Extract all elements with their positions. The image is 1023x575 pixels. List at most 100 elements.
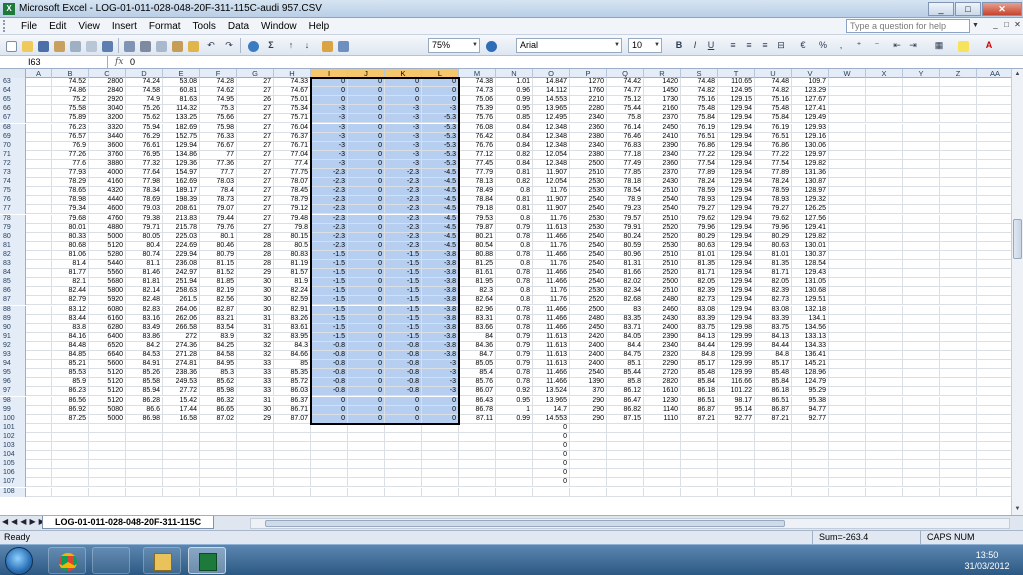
cell[interactable]: 80.63: [681, 241, 718, 250]
cell[interactable]: 2540: [644, 196, 681, 205]
row-header[interactable]: 89: [0, 314, 26, 324]
cell[interactable]: [977, 133, 1011, 141]
cell[interactable]: -3: [385, 105, 422, 114]
cell[interactable]: 84.05: [607, 332, 644, 341]
cell[interactable]: 11.76: [533, 260, 570, 268]
cell[interactable]: 0: [348, 305, 385, 314]
cell[interactable]: [26, 314, 52, 323]
cell[interactable]: 129.94: [718, 214, 755, 223]
cell[interactable]: [977, 342, 1011, 350]
cell[interactable]: 75.06: [459, 96, 496, 105]
cell[interactable]: 129.94: [718, 205, 755, 214]
cell[interactable]: 79.44: [200, 214, 237, 223]
cell[interactable]: [89, 460, 126, 469]
cell[interactable]: 81.66: [607, 269, 644, 278]
cell[interactable]: 85.17: [755, 360, 792, 369]
cell[interactable]: 0: [385, 396, 422, 405]
cell[interactable]: [977, 333, 1011, 341]
cell[interactable]: [644, 478, 681, 487]
cell[interactable]: 78.29: [52, 178, 89, 187]
cell[interactable]: [903, 78, 940, 86]
cell[interactable]: 0: [348, 323, 385, 332]
cell[interactable]: 85.98: [200, 387, 237, 396]
cell[interactable]: 12.054: [533, 178, 570, 187]
cell[interactable]: [866, 141, 903, 150]
cell[interactable]: [459, 460, 496, 469]
cell[interactable]: 266.58: [163, 323, 200, 332]
cell[interactable]: [459, 469, 496, 478]
cell[interactable]: 3880: [89, 159, 126, 168]
cell[interactable]: 126.25: [792, 205, 829, 214]
cell[interactable]: [977, 451, 1011, 459]
sort-descending-icon[interactable]: ↓: [300, 38, 314, 53]
cell[interactable]: 76.51: [755, 132, 792, 141]
cell[interactable]: 6280: [89, 323, 126, 332]
cell[interactable]: 53.08: [163, 78, 200, 86]
cell[interactable]: [237, 460, 274, 469]
cell[interactable]: -3: [385, 150, 422, 159]
cell[interactable]: 74.48: [681, 78, 718, 86]
cell[interactable]: 0: [348, 260, 385, 268]
cell[interactable]: [26, 341, 52, 350]
cell[interactable]: 0: [348, 187, 385, 196]
cell[interactable]: 2320: [644, 351, 681, 359]
cell[interactable]: -5.3: [422, 123, 459, 132]
cell[interactable]: -4.5: [422, 223, 459, 232]
cell[interactable]: [792, 432, 829, 441]
cell[interactable]: -0.8: [311, 341, 348, 350]
cell[interactable]: 129.94: [718, 123, 755, 132]
cell[interactable]: 2530: [570, 214, 607, 223]
cell[interactable]: 74.52: [52, 78, 89, 86]
cell[interactable]: -1.5: [311, 287, 348, 296]
cell[interactable]: [903, 396, 940, 405]
cell[interactable]: 84.36: [459, 341, 496, 350]
cell[interactable]: -3.8: [422, 278, 459, 287]
cell[interactable]: 86.37: [274, 396, 311, 405]
cell[interactable]: 5120: [89, 387, 126, 396]
cell[interactable]: 129.16: [792, 132, 829, 141]
cell[interactable]: 0: [348, 341, 385, 350]
cell[interactable]: [607, 451, 644, 460]
cell[interactable]: 86.78: [459, 405, 496, 414]
cell[interactable]: -3.8: [422, 296, 459, 305]
cell[interactable]: -3: [311, 159, 348, 168]
cell[interactable]: [570, 469, 607, 478]
cell[interactable]: 28: [237, 241, 274, 250]
cell[interactable]: [718, 432, 755, 441]
cell[interactable]: 11.613: [533, 360, 570, 369]
row-header[interactable]: 71: [0, 150, 26, 160]
cell[interactable]: 182.69: [163, 123, 200, 132]
cell[interactable]: 129.94: [718, 187, 755, 196]
cell[interactable]: 0: [422, 87, 459, 96]
cell[interactable]: 129.94: [718, 269, 755, 278]
cell[interactable]: [866, 432, 903, 441]
column-header-h[interactable]: H: [274, 69, 311, 78]
cell[interactable]: 5800: [89, 287, 126, 296]
cell[interactable]: 80.96: [607, 250, 644, 259]
cell[interactable]: 110.65: [718, 78, 755, 86]
cell[interactable]: 131.05: [792, 278, 829, 287]
cell[interactable]: 0: [348, 387, 385, 396]
align-left-icon[interactable]: ≡: [726, 38, 740, 53]
cell[interactable]: 76.19: [681, 123, 718, 132]
cell[interactable]: [755, 460, 792, 469]
cell[interactable]: 5120: [89, 369, 126, 378]
cell[interactable]: 2510: [644, 260, 681, 268]
row-header[interactable]: 94: [0, 360, 26, 370]
cell[interactable]: 11.907: [533, 205, 570, 214]
cell[interactable]: 129.94: [718, 296, 755, 305]
cell[interactable]: 5120: [89, 378, 126, 387]
cell[interactable]: 0: [348, 287, 385, 296]
cell[interactable]: [26, 387, 52, 396]
cell[interactable]: 5280: [89, 250, 126, 259]
cell[interactable]: 6520: [89, 341, 126, 350]
cell[interactable]: -2.3: [311, 232, 348, 241]
cell[interactable]: [940, 323, 977, 332]
cell[interactable]: 81.01: [755, 250, 792, 259]
cell[interactable]: [459, 432, 496, 441]
cell[interactable]: 2500: [570, 159, 607, 168]
cell[interactable]: -2.3: [385, 187, 422, 196]
cell[interactable]: 3760: [89, 150, 126, 159]
column-header-f[interactable]: F: [200, 69, 237, 78]
cell[interactable]: 81.19: [274, 260, 311, 268]
